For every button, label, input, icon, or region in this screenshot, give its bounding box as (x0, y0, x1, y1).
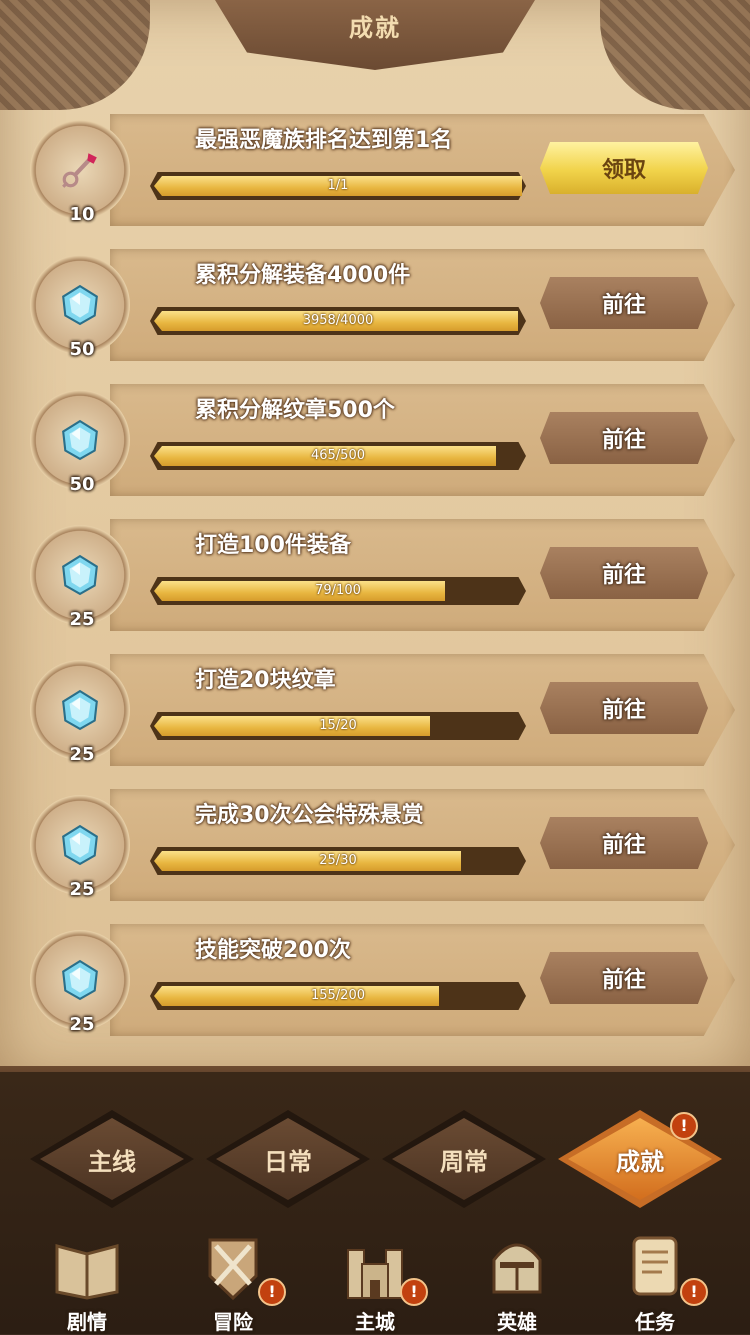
nav-item-4[interactable]: 任务! (600, 1222, 710, 1334)
go-button[interactable]: 前往 (540, 412, 708, 464)
progress-bar: 1/1 (150, 172, 526, 200)
progress-text: 465/500 (310, 448, 365, 463)
go-button[interactable]: 前往 (540, 817, 708, 869)
ornament-left (0, 0, 150, 110)
bottom-navigation: 剧情 冒险! 主城! 英雄 任务! (0, 1222, 750, 1334)
reward-count: 25 (69, 1014, 95, 1035)
diamond-icon (59, 554, 101, 596)
progress-text: 79/100 (315, 583, 361, 598)
nav-label: 主城 (355, 1310, 395, 1334)
progress-text: 1/1 (327, 178, 349, 193)
book-icon (52, 1228, 122, 1304)
task-row: 25 打造20块纹章 15/20 前往 (0, 652, 750, 772)
progress-text: 3958/4000 (302, 313, 374, 328)
nav-item-0[interactable]: 剧情 (32, 1222, 142, 1334)
tab-1[interactable]: 日常 (206, 1110, 370, 1208)
tab-2[interactable]: 周常 (382, 1110, 546, 1208)
task-row: 50 累积分解装备4000件 3958/4000 前往 (0, 247, 750, 367)
reward-count: 25 (69, 879, 95, 900)
task-title: 技能突破200次 (195, 938, 351, 963)
achievement-panel: 成就 10 最强恶魔族排名达到第1名 1/1 领取 50 累积分解装备4000件… (0, 0, 750, 1080)
task-row: 10 最强恶魔族排名达到第1名 1/1 领取 (0, 112, 750, 232)
reward-count: 50 (69, 339, 95, 360)
claim-button[interactable]: 领取 (540, 142, 708, 194)
tab-label: 周常 (440, 1147, 488, 1176)
reward-count: 50 (69, 474, 95, 495)
diamond-icon (59, 689, 101, 731)
nav-label: 任务 (635, 1310, 675, 1334)
nav-label: 剧情 (67, 1310, 107, 1334)
title-banner: 成就 (215, 0, 535, 70)
tab-3[interactable]: 成就! (558, 1110, 722, 1208)
helmet-icon (482, 1228, 552, 1304)
progress-bar: 15/20 (150, 712, 526, 740)
diamond-icon (59, 824, 101, 866)
progress-text: 25/30 (319, 853, 357, 868)
key-icon (59, 149, 101, 191)
go-button[interactable]: 前往 (540, 952, 708, 1004)
nav-label: 冒险 (213, 1310, 253, 1334)
alert-badge-icon: ! (258, 1278, 286, 1306)
nav-item-3[interactable]: 英雄 (462, 1222, 572, 1334)
task-category-tabs: 主线 日常 周常 成就! (0, 1110, 750, 1210)
progress-bar: 3958/4000 (150, 307, 526, 335)
nav-item-1[interactable]: 冒险! (178, 1222, 288, 1334)
task-row: 25 完成30次公会特殊悬赏 25/30 前往 (0, 787, 750, 907)
tab-label: 日常 (264, 1147, 312, 1176)
progress-bar: 155/200 (150, 982, 526, 1010)
page-title: 成就 (349, 14, 401, 42)
diamond-icon (59, 284, 101, 326)
alert-badge-icon: ! (400, 1278, 428, 1306)
alert-badge-icon: ! (670, 1112, 698, 1140)
task-row: 50 累积分解纹章500个 465/500 前往 (0, 382, 750, 502)
task-list[interactable]: 10 最强恶魔族排名达到第1名 1/1 领取 50 累积分解装备4000件 39… (0, 112, 750, 1070)
progress-bar: 79/100 (150, 577, 526, 605)
tab-label: 主线 (88, 1147, 136, 1176)
nav-label: 英雄 (497, 1310, 537, 1334)
task-title: 最强恶魔族排名达到第1名 (195, 128, 453, 153)
task-title: 完成30次公会特殊悬赏 (195, 803, 424, 828)
task-title: 打造20块纹章 (195, 668, 336, 693)
reward-count: 25 (69, 609, 95, 630)
go-button[interactable]: 前往 (540, 682, 708, 734)
nav-item-2[interactable]: 主城! (320, 1222, 430, 1334)
progress-bar: 465/500 (150, 442, 526, 470)
task-title: 累积分解装备4000件 (195, 263, 411, 288)
diamond-icon (59, 419, 101, 461)
task-row: 25 打造100件装备 79/100 前往 (0, 517, 750, 637)
alert-badge-icon: ! (680, 1278, 708, 1306)
reward-count: 10 (69, 204, 95, 225)
tab-0[interactable]: 主线 (30, 1110, 194, 1208)
reward-count: 25 (69, 744, 95, 765)
progress-text: 155/200 (310, 988, 365, 1003)
progress-text: 15/20 (319, 718, 357, 733)
go-button[interactable]: 前往 (540, 277, 708, 329)
task-title: 累积分解纹章500个 (195, 398, 395, 423)
task-title: 打造100件装备 (195, 533, 351, 558)
task-row: 25 技能突破200次 155/200 前往 (0, 922, 750, 1042)
ornament-right (600, 0, 750, 110)
diamond-icon (59, 959, 101, 1001)
go-button[interactable]: 前往 (540, 547, 708, 599)
progress-bar: 25/30 (150, 847, 526, 875)
